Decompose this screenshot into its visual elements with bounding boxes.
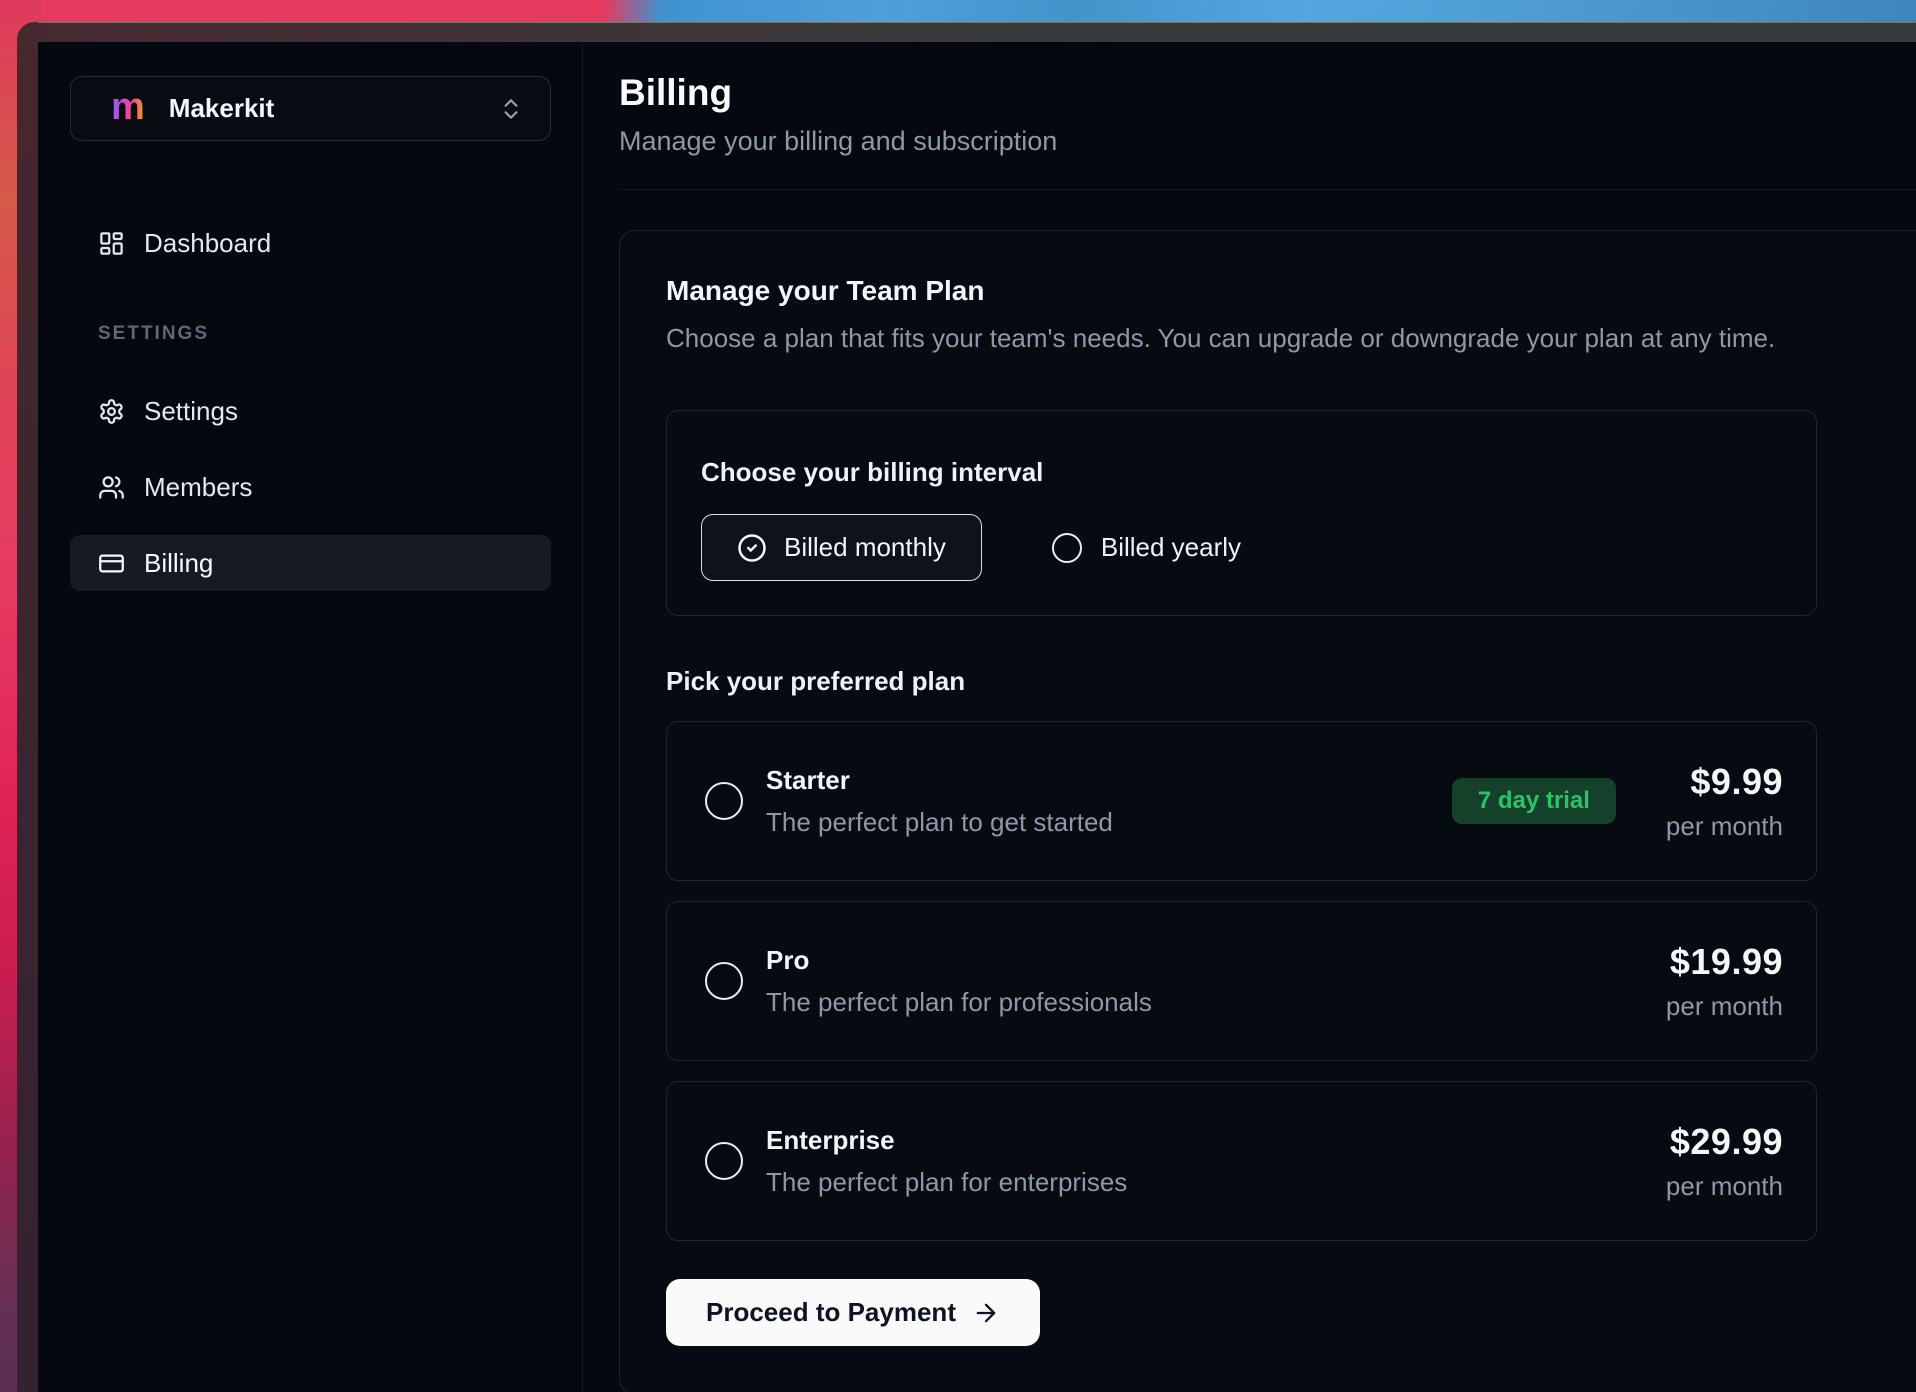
billing-interval-options: Billed monthly Billed yearly xyxy=(701,514,1776,581)
makerkit-logo-icon: m xyxy=(111,88,145,126)
plan-name: Pro xyxy=(766,945,1152,976)
team-name: Makerkit xyxy=(169,93,498,124)
team-plan-card: Manage your Team Plan Choose a plan that… xyxy=(619,230,1916,1392)
app-root: m Makerkit Dashboard SETTINGS xyxy=(38,42,1916,1392)
plan-info: Enterprise The perfect plan for enterpri… xyxy=(766,1125,1127,1198)
proceed-to-payment-label: Proceed to Payment xyxy=(706,1297,956,1328)
layout-dashboard-icon xyxy=(98,230,125,257)
page-header: Billing Manage your billing and subscrip… xyxy=(619,72,1916,190)
plan-name: Starter xyxy=(766,765,1113,796)
plan-row-pro[interactable]: Pro The perfect plan for professionals $… xyxy=(666,901,1817,1061)
plan-description: The perfect plan for professionals xyxy=(766,987,1152,1018)
users-icon xyxy=(98,474,125,501)
team-selector[interactable]: m Makerkit xyxy=(70,76,551,141)
price-block: $19.99 per month xyxy=(1666,941,1783,1022)
radio-icon[interactable] xyxy=(705,1142,743,1180)
plan-right: $19.99 per month xyxy=(1666,941,1783,1022)
sidebar-item-members[interactable]: Members xyxy=(70,459,551,515)
plan-period: per month xyxy=(1666,991,1783,1022)
card-description: Choose a plan that fits your team's need… xyxy=(666,323,1899,354)
page-subtitle: Manage your billing and subscription xyxy=(619,126,1916,157)
sidebar-item-billing[interactable]: Billing xyxy=(70,535,551,591)
sidebar-item-label: Settings xyxy=(144,396,238,427)
plan-period: per month xyxy=(1666,811,1783,842)
plan-name: Enterprise xyxy=(766,1125,1127,1156)
plan-list: Starter The perfect plan to get started … xyxy=(666,721,1899,1241)
sidebar-item-dashboard[interactable]: Dashboard xyxy=(70,215,551,271)
plan-right: $29.99 per month xyxy=(1666,1121,1783,1202)
app-window: m Makerkit Dashboard SETTINGS xyxy=(17,22,1916,1392)
credit-card-icon xyxy=(98,550,125,577)
check-circle-icon xyxy=(737,533,767,563)
sidebar-item-label: Members xyxy=(144,472,252,503)
sidebar-item-label: Billing xyxy=(144,548,213,579)
plan-description: The perfect plan to get started xyxy=(766,807,1113,838)
plan-row-enterprise[interactable]: Enterprise The perfect plan for enterpri… xyxy=(666,1081,1817,1241)
sidebar-item-settings[interactable]: Settings xyxy=(70,383,551,439)
plan-info: Starter The perfect plan to get started xyxy=(766,765,1113,838)
billing-interval-box: Choose your billing interval Billed mont… xyxy=(666,410,1817,616)
billed-yearly-option[interactable]: Billed yearly xyxy=(1052,532,1241,563)
plan-picker-label: Pick your preferred plan xyxy=(666,666,1899,697)
plan-price: $9.99 xyxy=(1666,761,1783,803)
price-block: $9.99 per month xyxy=(1666,761,1783,842)
billed-yearly-label: Billed yearly xyxy=(1101,532,1241,563)
sidebar: m Makerkit Dashboard SETTINGS xyxy=(38,42,583,1392)
sidebar-item-label: Dashboard xyxy=(144,228,271,259)
plan-price: $19.99 xyxy=(1666,941,1783,983)
gear-icon xyxy=(98,398,125,425)
plan-price: $29.99 xyxy=(1666,1121,1783,1163)
plan-row-starter[interactable]: Starter The perfect plan to get started … xyxy=(666,721,1817,881)
billed-monthly-label: Billed monthly xyxy=(784,532,946,563)
window-frame-top xyxy=(17,22,1916,42)
arrow-right-icon xyxy=(972,1299,1000,1327)
plan-right: 7 day trial $9.99 per month xyxy=(1452,761,1783,842)
main-content: Billing Manage your billing and subscrip… xyxy=(583,42,1916,1392)
proceed-to-payment-button[interactable]: Proceed to Payment xyxy=(666,1279,1040,1346)
billed-monthly-option[interactable]: Billed monthly xyxy=(701,514,982,581)
radio-icon[interactable] xyxy=(1052,533,1082,563)
trial-badge: 7 day trial xyxy=(1452,778,1616,824)
radio-icon[interactable] xyxy=(705,782,743,820)
window-frame-left xyxy=(17,22,38,1392)
billing-interval-label: Choose your billing interval xyxy=(701,457,1776,488)
sidebar-nav: Dashboard SETTINGS Settings Members xyxy=(70,215,551,591)
price-block: $29.99 per month xyxy=(1666,1121,1783,1202)
card-title: Manage your Team Plan xyxy=(666,275,1899,307)
page-title: Billing xyxy=(619,72,1916,114)
plan-period: per month xyxy=(1666,1171,1783,1202)
radio-icon[interactable] xyxy=(705,962,743,1000)
plan-info: Pro The perfect plan for professionals xyxy=(766,945,1152,1018)
sidebar-section-label: SETTINGS xyxy=(98,323,551,345)
chevrons-up-down-icon xyxy=(498,96,524,122)
plan-description: The perfect plan for enterprises xyxy=(766,1167,1127,1198)
